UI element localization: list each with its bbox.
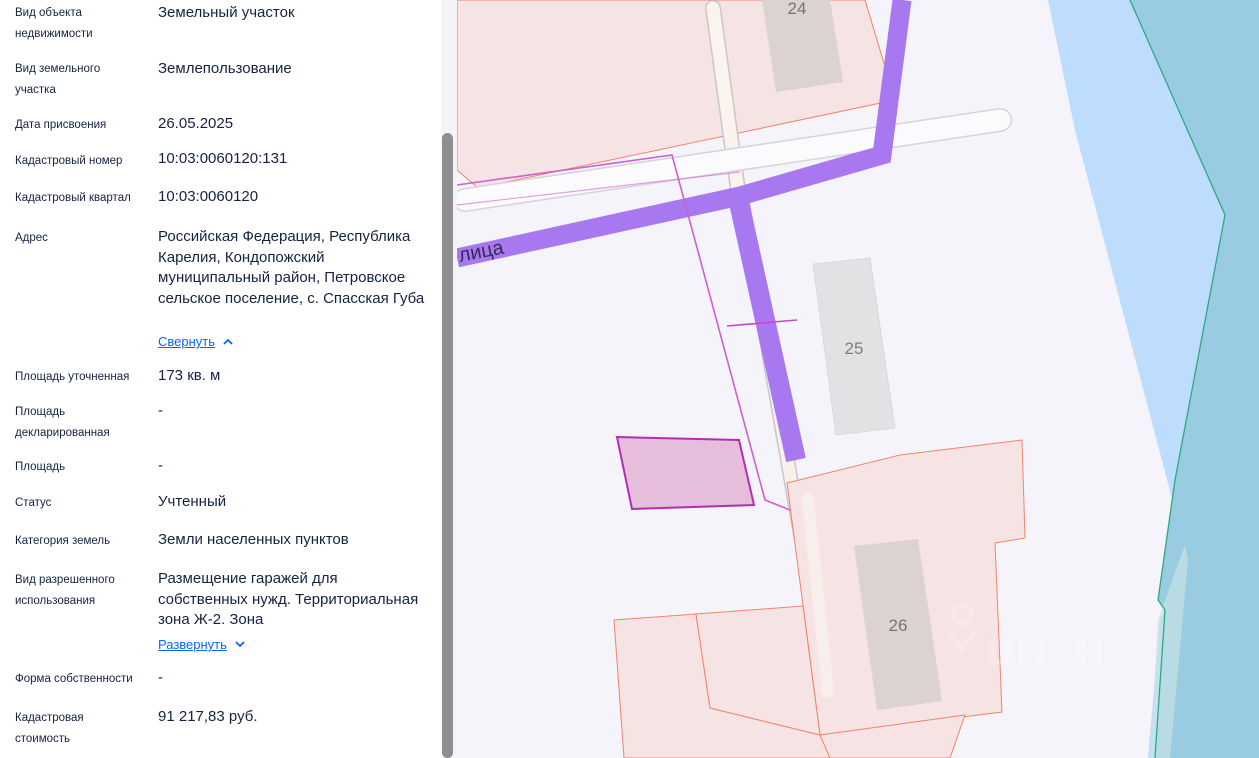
building-number-24: 24 — [788, 0, 807, 18]
detail-value: Земли населенных пунктов — [158, 531, 349, 548]
detail-value: - — [158, 457, 163, 474]
detail-label: Статус — [15, 497, 52, 509]
detail-label: Площадь декларированная — [15, 406, 110, 439]
building-number-25: 25 — [845, 339, 864, 358]
cadastral-map[interactable]: лица 24 25 26 циан — [457, 0, 1259, 758]
detail-value: - — [158, 402, 163, 419]
object-details-panel: Вид объекта недвижимости Земельный участ… — [0, 0, 440, 758]
map-canvas[interactable]: лица 24 25 26 циан — [457, 0, 1259, 758]
detail-label: Кадастровая стоимость — [15, 712, 84, 745]
detail-label: Кадастровый номер — [15, 155, 123, 167]
detail-label: Вид разрешенного использования — [15, 574, 115, 607]
detail-label: Площадь уточненная — [15, 371, 130, 383]
chevron-up-icon — [223, 337, 233, 348]
detail-value: 10:03:0060120:131 — [158, 150, 288, 167]
detail-value: Учтенный — [158, 493, 227, 510]
detail-label: Форма собственности — [15, 673, 133, 685]
expand-link[interactable]: Развернуть — [158, 637, 245, 652]
detail-value: 173 кв. м — [158, 367, 221, 384]
detail-label: Кадастровый квартал — [15, 192, 131, 204]
building-number-26: 26 — [889, 616, 908, 635]
detail-label: Вид объекта недвижимости — [15, 7, 93, 40]
scrollbar-thumb[interactable] — [442, 133, 453, 758]
chevron-down-icon — [235, 640, 245, 651]
detail-value: 10:03:0060120 — [158, 188, 259, 205]
selected-parcel[interactable] — [615, 435, 756, 511]
detail-value: Российская Федерация, Республика Карелия… — [158, 228, 425, 307]
detail-value: 26.05.2025 — [158, 115, 234, 132]
detail-label: Категория земель — [15, 535, 111, 547]
detail-label: Вид земельного участка — [15, 63, 101, 96]
detail-label: Адрес — [15, 232, 48, 244]
watermark-text: циан — [985, 620, 1104, 676]
detail-label: Дата присвоения — [15, 119, 107, 131]
collapse-link[interactable]: Свернуть — [158, 334, 233, 349]
detail-value: 91 217,83 руб. — [158, 708, 258, 725]
detail-value: Землепользование — [158, 60, 292, 77]
detail-value: - — [158, 669, 163, 686]
detail-value: Земельный участок — [158, 4, 295, 21]
detail-value: Размещение гаражей для собственных нужд.… — [158, 570, 419, 628]
detail-label: Площадь — [15, 461, 66, 473]
